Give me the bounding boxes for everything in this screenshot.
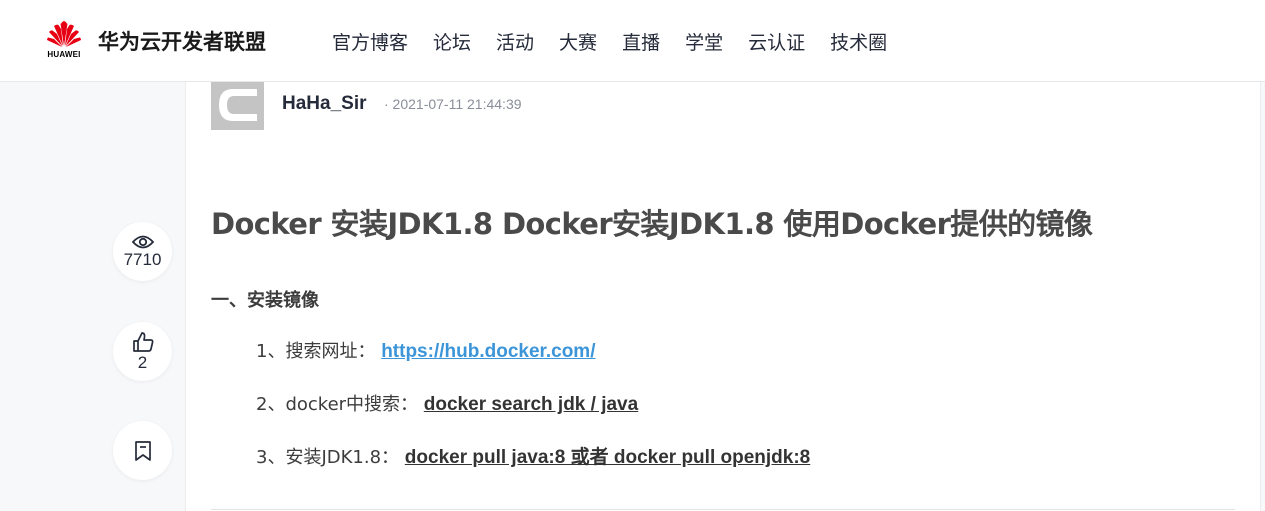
nav-item-live[interactable]: 直播 xyxy=(622,28,660,55)
nav-item-tech-circle[interactable]: 技术圈 xyxy=(830,28,887,55)
step-label: 2、docker中搜索： xyxy=(256,394,419,415)
publish-date: · 2021-07-11 21:44:39 xyxy=(384,96,522,112)
nav-item-events[interactable]: 活动 xyxy=(496,28,534,55)
like-button[interactable]: 2 xyxy=(113,322,172,381)
main-nav: 官方博客 论坛 活动 大赛 直播 学堂 云认证 技术圈 xyxy=(332,28,912,55)
step-2: 2、docker中搜索： docker search jdk / java xyxy=(256,390,638,416)
step-1: 1、搜索网址： https://hub.docker.com/ xyxy=(256,337,596,363)
nav-item-academy[interactable]: 学堂 xyxy=(685,28,723,55)
views-count: 7710 xyxy=(123,250,162,269)
bookmark-button[interactable] xyxy=(113,421,172,480)
logo-wordmark: HUAWEI xyxy=(47,50,81,59)
step-3: 3、安装JDK1.8： docker pull java:8 或者 docker… xyxy=(256,442,810,469)
c-letter-avatar-icon xyxy=(211,81,264,130)
author-name[interactable]: HaHa_Sir xyxy=(282,93,367,115)
huawei-logo[interactable]: HUAWEI xyxy=(44,20,84,60)
step-label: 1、搜索网址： xyxy=(256,341,376,362)
nav-item-forum[interactable]: 论坛 xyxy=(433,28,471,55)
step-label: 3、安装JDK1.8： xyxy=(256,447,400,468)
nav-item-blog[interactable]: 官方博客 xyxy=(332,28,408,55)
section-heading: 一、安装镜像 xyxy=(211,290,319,311)
article-title: Docker 安装JDK1.8 Docker安装JDK1.8 使用Docker提… xyxy=(211,207,1093,241)
bookmark-icon xyxy=(134,440,151,461)
nav-item-contests[interactable]: 大赛 xyxy=(559,28,597,55)
search-command: docker search jdk / java xyxy=(423,394,639,415)
eye-icon xyxy=(131,235,154,249)
pull-command: docker pull java:8 或者 docker pull openjd… xyxy=(404,447,811,468)
top-navigation-bar: HUAWEI 华为云开发者联盟 官方博客 论坛 活动 大赛 直播 学堂 云认证 … xyxy=(0,0,1265,82)
thumbs-up-icon xyxy=(132,332,153,352)
site-brand-title[interactable]: 华为云开发者联盟 xyxy=(98,26,266,56)
huawei-flower-icon xyxy=(47,21,81,47)
author-avatar[interactable] xyxy=(211,81,264,130)
nav-item-certification[interactable]: 云认证 xyxy=(748,28,805,55)
article-card: HaHa_Sir · 2021-07-11 21:44:39 Docker 安装… xyxy=(185,81,1261,511)
content-divider xyxy=(211,509,1235,510)
docker-hub-link[interactable]: https://hub.docker.com/ xyxy=(381,341,595,362)
views-counter[interactable]: 7710 xyxy=(113,222,172,281)
likes-count: 2 xyxy=(137,353,148,372)
